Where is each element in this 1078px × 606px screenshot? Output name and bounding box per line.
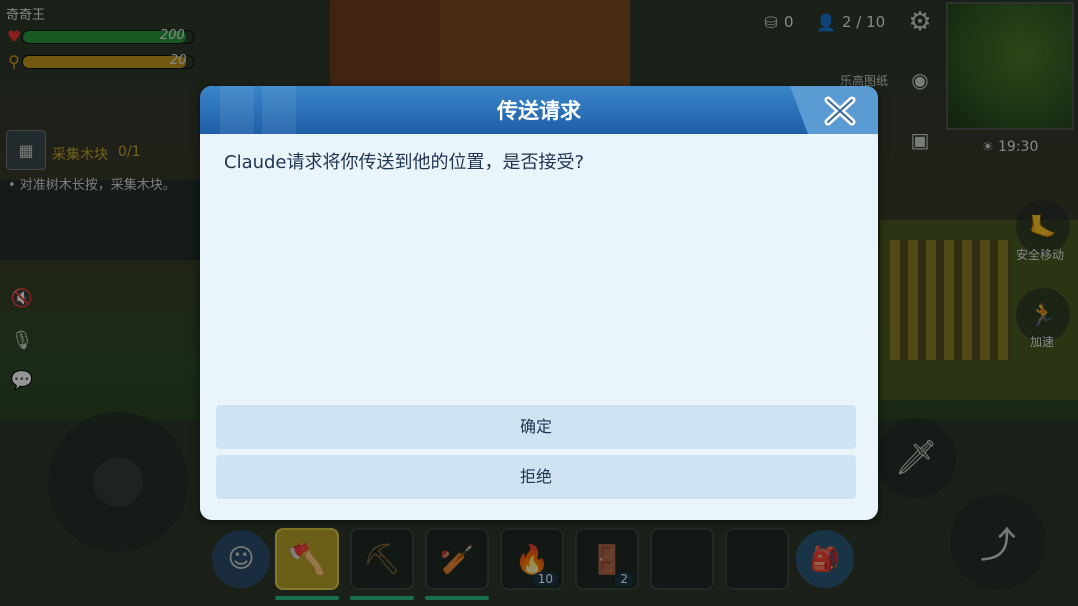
- reject-button[interactable]: 拒绝: [216, 455, 856, 499]
- close-button[interactable]: [790, 86, 878, 134]
- teleport-request-dialog: 传送请求 Claude请求将你传送到他的位置，是否接受? 确定 拒绝: [200, 86, 878, 520]
- dialog-title: 传送请求: [497, 99, 581, 123]
- dialog-message: Claude请求将你传送到他的位置，是否接受?: [224, 152, 585, 173]
- close-icon: [790, 86, 878, 134]
- dialog-header: 传送请求: [200, 86, 878, 134]
- confirm-button[interactable]: 确定: [216, 405, 856, 449]
